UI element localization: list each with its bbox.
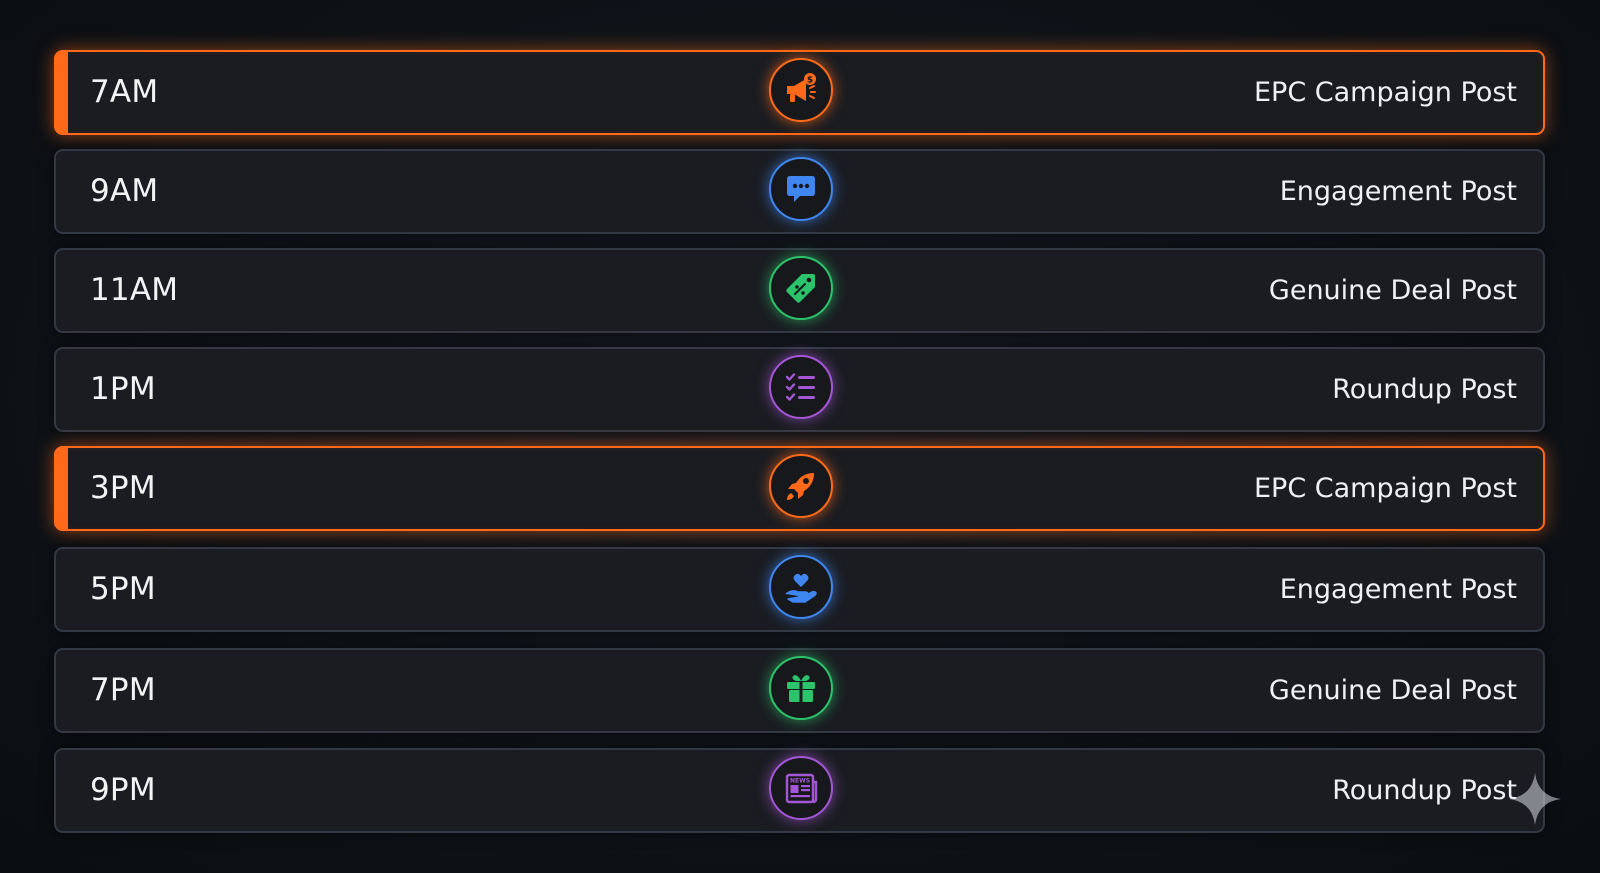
sparkle-icon [1509,773,1561,825]
schedule-time: 7PM [90,672,156,708]
posting-schedule: 7AM $ EPC Campaign Post 9AM Engagement P… [0,0,1600,873]
schedule-row-9pm[interactable]: 9PM NEWS Roundup Post [54,748,1545,833]
newspaper-icon: NEWS [769,756,833,820]
highlight-accent-bar [54,446,68,531]
post-type-label: Roundup Post [1332,775,1517,806]
post-type-label: Roundup Post [1332,374,1517,405]
schedule-row-3pm[interactable]: 3PM EPC Campaign Post [54,446,1545,531]
schedule-time: 7AM [90,74,159,110]
post-type-label: Engagement Post [1279,176,1517,207]
post-type-label: EPC Campaign Post [1254,473,1517,504]
schedule-row-5pm[interactable]: 5PM Engagement Post [54,547,1545,632]
schedule-time: 5PM [90,571,156,607]
post-type-label: Engagement Post [1279,574,1517,605]
post-type-label: Genuine Deal Post [1268,675,1517,706]
schedule-time: 9AM [90,173,159,209]
post-type-label: Genuine Deal Post [1268,275,1517,306]
svg-text:$: $ [807,76,813,86]
heart-hand-icon [769,555,833,619]
schedule-row-7am[interactable]: 7AM $ EPC Campaign Post [54,50,1545,135]
post-type-label: EPC Campaign Post [1254,77,1517,108]
schedule-row-1pm[interactable]: 1PM Roundup Post [54,347,1545,432]
schedule-row-9am[interactable]: 9AM Engagement Post [54,149,1545,234]
schedule-time: 3PM [90,470,156,506]
schedule-time: 9PM [90,772,156,808]
schedule-row-7pm[interactable]: 7PM Genuine Deal Post [54,648,1545,733]
schedule-row-11am[interactable]: 11AM Genuine Deal Post [54,248,1545,333]
schedule-time: 1PM [90,371,156,407]
highlight-accent-bar [54,50,68,135]
megaphone-dollar-icon: $ [769,58,833,122]
gift-icon [769,656,833,720]
discount-tag-icon [769,256,833,320]
checklist-icon [769,355,833,419]
chat-bubble-icon [769,157,833,221]
schedule-time: 11AM [90,272,179,308]
rocket-icon [769,454,833,518]
newspaper-icon-text: NEWS [790,778,810,785]
